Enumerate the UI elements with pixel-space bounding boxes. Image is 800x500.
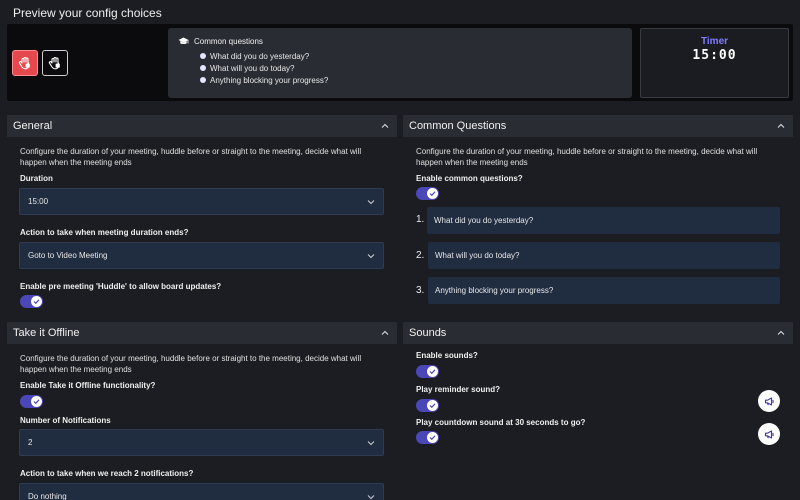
panel-title: Take it Offline bbox=[13, 327, 80, 339]
notifications-action-value: Do nothing bbox=[28, 492, 67, 500]
question-text: Anything blocking your progress? bbox=[210, 75, 329, 85]
reminder-sound-label: Play reminder sound? bbox=[416, 385, 501, 394]
panel-description: Configure the duration of your meeting, … bbox=[20, 147, 362, 167]
panel-title: Common Questions bbox=[409, 120, 507, 132]
check-icon bbox=[429, 191, 436, 197]
check-icon bbox=[429, 369, 436, 375]
bullet-icon bbox=[200, 53, 206, 59]
bullet-icon bbox=[200, 65, 206, 71]
preview-question-list: What did you do yesterday? What will you… bbox=[178, 50, 622, 86]
notifications-action-select[interactable]: Do nothing bbox=[19, 483, 384, 500]
huddle-toggle[interactable] bbox=[20, 295, 43, 308]
hand-icon bbox=[18, 56, 30, 70]
preview-panel: Common questions What did you do yesterd… bbox=[7, 24, 793, 101]
timer-value: 15:00 bbox=[692, 48, 737, 63]
notifications-label: Number of Notifications bbox=[20, 416, 111, 425]
common-questions-header[interactable]: Common Questions bbox=[403, 115, 793, 137]
megaphone-icon bbox=[764, 429, 774, 439]
meeting-end-action-select[interactable]: Goto to Video Meeting bbox=[19, 242, 384, 269]
take-it-offline-panel: Take it Offline Configure the duration o… bbox=[7, 322, 397, 500]
timer-widget: Timer 15:00 bbox=[640, 28, 789, 98]
duration-label: Duration bbox=[20, 174, 53, 183]
duration-value: 15:00 bbox=[28, 197, 49, 206]
question-text: What will you do today? bbox=[210, 63, 295, 73]
take-it-offline-header[interactable]: Take it Offline bbox=[7, 322, 397, 344]
countdown-sound-toggle[interactable] bbox=[416, 431, 439, 444]
megaphone-icon bbox=[764, 396, 774, 406]
chevron-up-icon[interactable] bbox=[777, 329, 785, 337]
list-item: Anything blocking your progress? bbox=[200, 74, 622, 86]
question-input[interactable]: What will you do today? bbox=[428, 242, 780, 269]
page-title: Preview your config choices bbox=[13, 6, 162, 20]
question-input[interactable]: Anything blocking your progress? bbox=[428, 277, 780, 304]
notifications-value: 2 bbox=[28, 438, 33, 447]
raise-hand-button[interactable] bbox=[12, 50, 38, 76]
check-icon bbox=[429, 435, 436, 441]
sounds-header[interactable]: Sounds bbox=[403, 322, 793, 344]
general-header[interactable]: General bbox=[7, 115, 397, 137]
graduation-cap-icon bbox=[178, 37, 189, 44]
enable-sounds-toggle[interactable] bbox=[416, 365, 439, 378]
chevron-down-icon bbox=[367, 440, 375, 445]
play-countdown-sound-button[interactable] bbox=[758, 423, 780, 445]
chevron-down-icon bbox=[367, 494, 375, 499]
huddle-label: Enable pre meeting 'Huddle' to allow boa… bbox=[20, 282, 222, 291]
chevron-down-icon bbox=[367, 199, 375, 204]
check-icon bbox=[429, 403, 436, 409]
take-offline-button[interactable] bbox=[42, 50, 68, 76]
panel-title: General bbox=[13, 120, 53, 132]
hand-icon bbox=[48, 56, 60, 70]
enable-questions-label: Enable common questions? bbox=[416, 174, 523, 183]
question-text: What did you do yesterday? bbox=[210, 51, 310, 61]
enable-offline-toggle[interactable] bbox=[20, 395, 43, 408]
chevron-up-icon[interactable] bbox=[381, 329, 389, 337]
chevron-up-icon[interactable] bbox=[381, 122, 389, 130]
chevron-up-icon[interactable] bbox=[777, 122, 785, 130]
countdown-sound-label: Play countdown sound at 30 seconds to go… bbox=[416, 418, 586, 427]
common-questions-preview: Common questions What did you do yesterd… bbox=[168, 28, 632, 98]
list-item: What will you do today? bbox=[200, 62, 622, 74]
check-icon bbox=[33, 299, 40, 305]
question-number: 3. bbox=[416, 285, 425, 296]
meeting-end-action-label: Action to take when meeting duration end… bbox=[20, 228, 189, 237]
reminder-sound-toggle[interactable] bbox=[416, 399, 439, 412]
enable-questions-toggle[interactable] bbox=[416, 187, 439, 200]
meeting-end-action-value: Goto to Video Meeting bbox=[28, 251, 108, 260]
play-reminder-sound-button[interactable] bbox=[758, 390, 780, 412]
notifications-action-label: Action to take when we reach 2 notificat… bbox=[20, 469, 194, 478]
list-item: What did you do yesterday? bbox=[200, 50, 622, 62]
panel-description: Configure the duration of your meeting, … bbox=[416, 147, 758, 167]
panel-description: Configure the duration of your meeting, … bbox=[20, 354, 362, 374]
question-number: 2. bbox=[416, 250, 425, 261]
common-questions-panel: Common Questions Configure the duration … bbox=[403, 115, 793, 315]
duration-select[interactable]: 15:00 bbox=[19, 188, 384, 215]
bullet-icon bbox=[200, 77, 206, 83]
question-text: What did you do yesterday? bbox=[434, 216, 534, 225]
check-icon bbox=[33, 399, 40, 405]
common-questions-preview-title: Common questions bbox=[194, 37, 263, 46]
question-text: Anything blocking your progress? bbox=[435, 286, 554, 295]
enable-sounds-label: Enable sounds? bbox=[416, 351, 478, 360]
sounds-panel: Sounds Enable sounds? Play reminder soun… bbox=[403, 322, 793, 500]
question-number: 1. bbox=[416, 214, 425, 225]
question-text: What will you do today? bbox=[435, 251, 520, 260]
chevron-down-icon bbox=[367, 253, 375, 258]
panel-title: Sounds bbox=[409, 327, 447, 339]
question-input[interactable]: What did you do yesterday? bbox=[427, 207, 780, 234]
enable-offline-label: Enable Take it Offline functionality? bbox=[20, 381, 156, 390]
general-panel: General Configure the duration of your m… bbox=[7, 115, 397, 315]
notifications-select[interactable]: 2 bbox=[19, 429, 384, 456]
timer-label: Timer bbox=[700, 36, 729, 47]
